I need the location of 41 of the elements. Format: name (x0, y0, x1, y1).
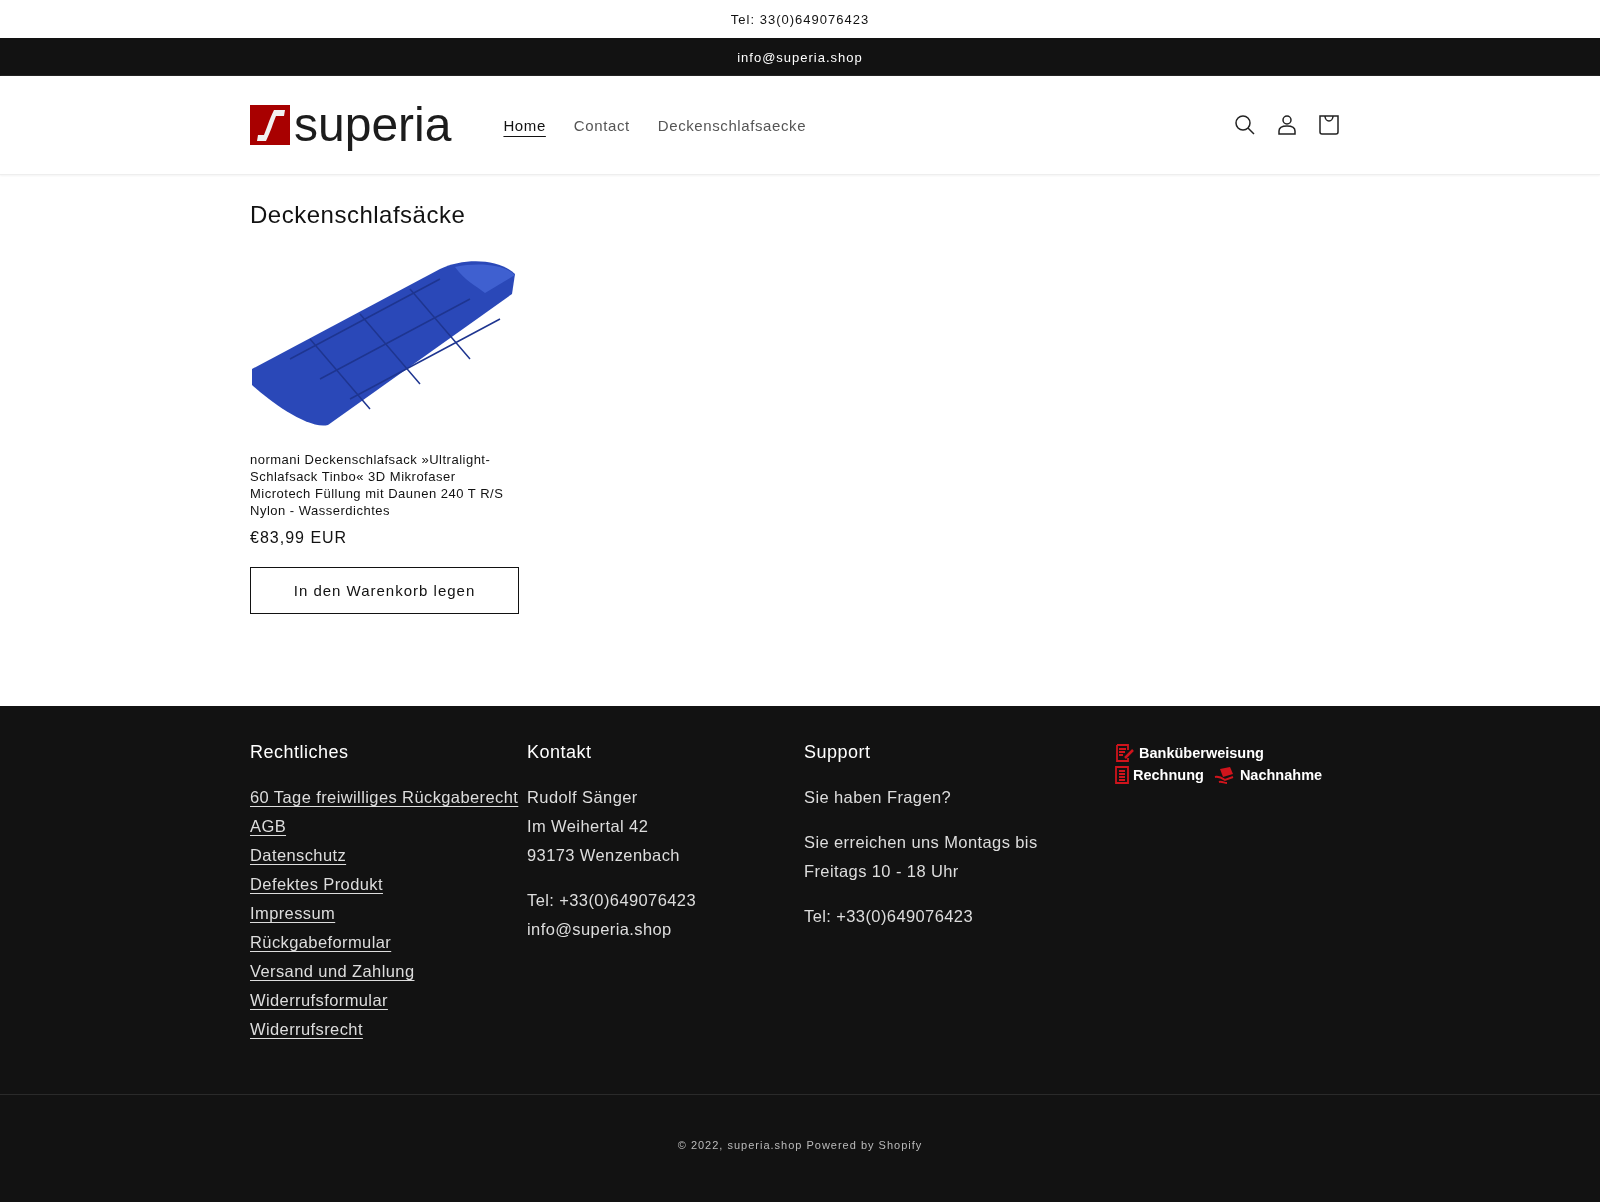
hand-with-money-icon (1213, 766, 1236, 784)
search-icon (1234, 114, 1256, 136)
payment-method: Banküberweisung (1139, 745, 1264, 761)
footer-heading: Kontakt (527, 742, 593, 763)
logo-text: superia (294, 101, 452, 149)
powered-by-link[interactable]: Powered by Shopify (806, 1138, 923, 1151)
footer-link[interactable]: Datenschutz (250, 841, 347, 870)
footer-link[interactable]: Versand und Zahlung (250, 957, 415, 986)
footer-link[interactable]: Widerrufsrecht (250, 1015, 363, 1044)
payment-method: Nachnahme (1239, 767, 1323, 783)
document-pen-icon (1115, 744, 1135, 762)
footer-text: Sie haben Fragen? (804, 787, 953, 808)
footer-link[interactable]: 60 Tage freiwilliges Rückgaberecht (250, 783, 519, 812)
footer-text: Sie erreichen uns Montags bis Freitags 10 - 18 Uhr (804, 832, 1039, 882)
collection-title: Deckenschlafsäcke (250, 201, 467, 229)
footer-link[interactable]: Rückgabeformular (250, 928, 392, 957)
nav-link[interactable]: Deckenschlafsaecke (645, 108, 819, 142)
logo-mark-icon (250, 105, 290, 145)
phone-number: Tel: 33(0)649076423 (730, 11, 870, 27)
site-link[interactable]: superia.shop (727, 1138, 803, 1151)
copyright-text: © 2022, (677, 1138, 724, 1151)
footer-text: Tel: +33(0)649076423 info@superia.shop (527, 890, 697, 940)
person-icon (1276, 114, 1298, 136)
footer-text: Tel: +33(0)649076423 (804, 906, 974, 927)
product-price: €83,99 EUR (250, 529, 349, 547)
payment-method: Rechnung (1133, 767, 1204, 783)
add-to-cart-button[interactable]: In den Warenkorb legen (250, 567, 519, 614)
footer-text: Rudolf Sänger Im Weihertal 42 93173 Wenzenbach (527, 787, 681, 866)
footer-heading: Support (804, 742, 872, 763)
footer-link[interactable]: Impressum (250, 899, 336, 928)
footer-heading: Rechtliches (250, 742, 350, 763)
site-logo[interactable]: superia (250, 101, 452, 149)
product-title[interactable]: normani Deckenschlafsack »Ultralight-Schlafsack Tinbo« 3D Mikrofaser Microtech Füllung mit Daunen 240 T R/S Nylon - Wasserdichtes (250, 451, 520, 519)
nav-link[interactable]: Contact (561, 108, 642, 142)
nav-link[interactable]: Home (491, 108, 558, 142)
footer-link[interactable]: Widerrufsformular (250, 986, 388, 1015)
footer-link[interactable]: AGB (250, 812, 287, 841)
bag-icon (1318, 114, 1340, 136)
footer-link[interactable]: Defektes Produkt (250, 870, 383, 899)
document-icon (1115, 766, 1129, 784)
email-address: info@superia.shop (737, 49, 863, 65)
